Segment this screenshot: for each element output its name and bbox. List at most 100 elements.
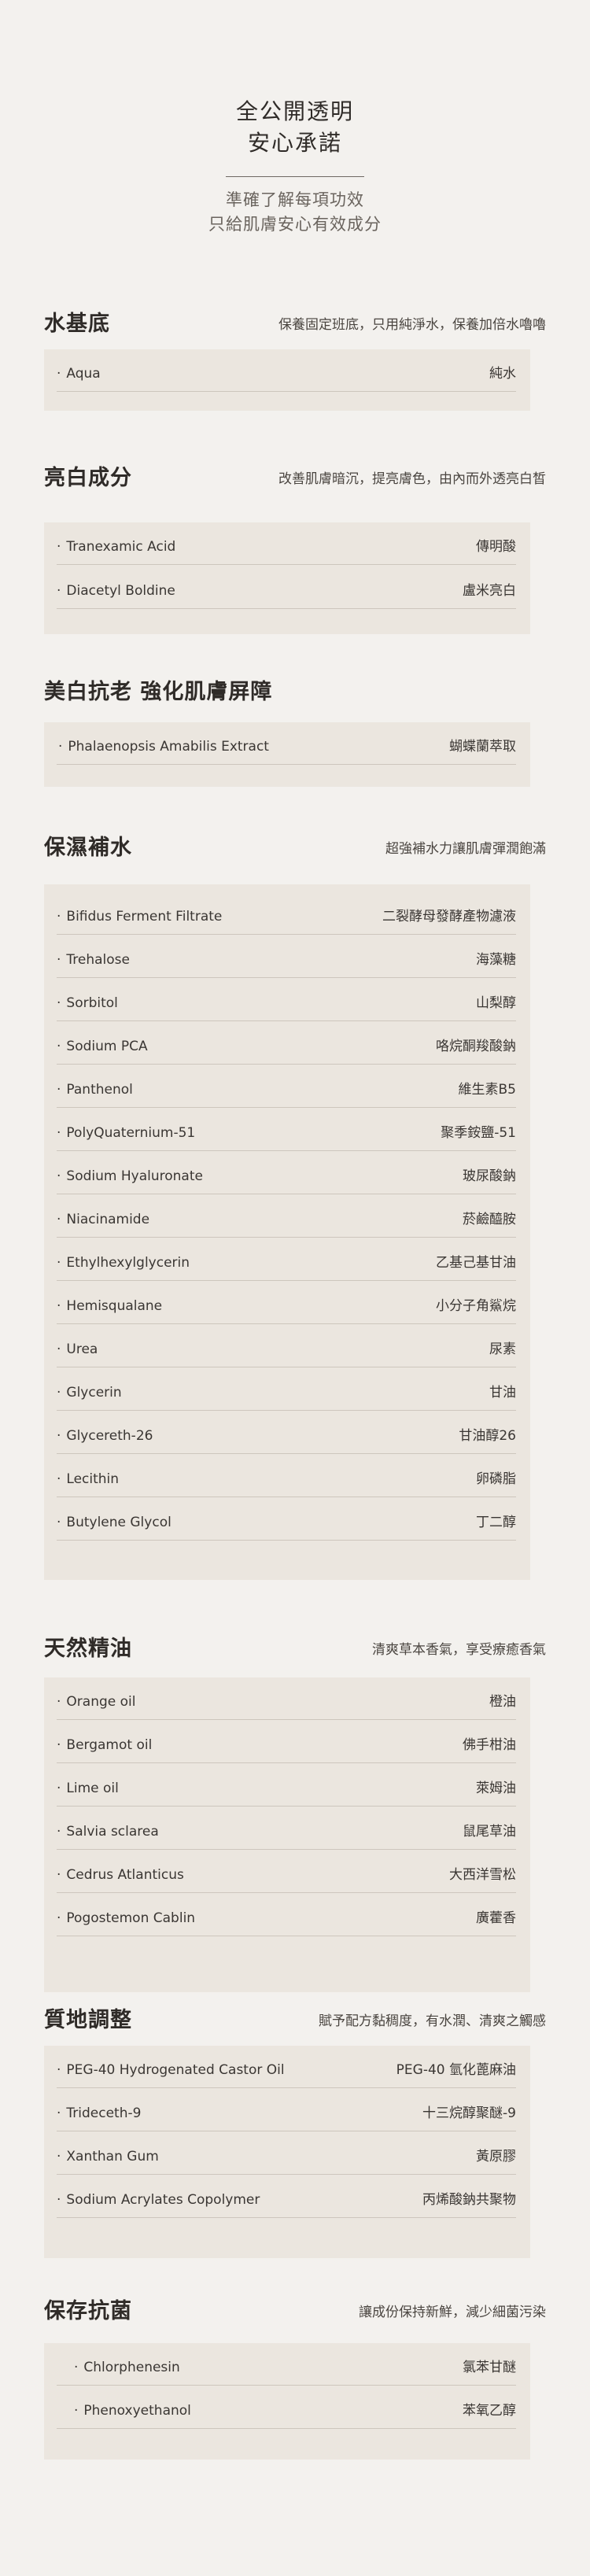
section-header: 美白抗老 強化肌膚屏障 bbox=[44, 677, 546, 708]
ingredient-chinese-name: 海藻糖 bbox=[476, 952, 516, 968]
ingredient-row: Salvia sclarea 鼠尾草油 bbox=[57, 1807, 516, 1850]
ingredient-panel: Aqua 純水 bbox=[44, 349, 530, 411]
ingredient-chinese-name: 蝴蝶蘭萃取 bbox=[449, 739, 516, 755]
section-title: 天然精油 bbox=[44, 1637, 132, 1661]
ingredient-chinese-name: 維生素B5 bbox=[458, 1082, 516, 1098]
header-divider bbox=[226, 176, 364, 177]
ingredient-name: Glycereth-26 bbox=[57, 1426, 153, 1445]
ingredient-row: Bifidus Ferment Filtrate 二裂酵母發酵產物濾液 bbox=[57, 892, 516, 935]
ingredient-chinese-name: 傳明酸 bbox=[476, 539, 516, 555]
ingredient-row: Phalaenopsis Amabilis Extract 蝴蝶蘭萃取 bbox=[57, 722, 516, 765]
page-subtitle-line1: 準確了解每項功效 bbox=[226, 190, 364, 209]
ingredient-row: Xanthan Gum 黃原膠 bbox=[57, 2132, 516, 2175]
ingredient-name: Diacetyl Boldine bbox=[57, 581, 175, 600]
ingredient-row: PolyQuaternium-51 聚季銨鹽-51 bbox=[57, 1109, 516, 1151]
section-description: 保養固定班底，只用純淨水，保養加倍水嚕嚕 bbox=[278, 317, 546, 333]
section-description: 超強補水力讓肌膚彈潤飽滿 bbox=[385, 841, 546, 857]
page-subtitle-line2: 只給肌膚安心有效成分 bbox=[208, 215, 382, 234]
ingredient-panel: Tranexamic Acid 傳明酸 Diacetyl Boldine 盧米亮… bbox=[44, 522, 530, 634]
page-title-line2: 安心承諾 bbox=[247, 130, 342, 156]
section-description: 賦予配方黏稠度，有水潤、清爽之觸感 bbox=[319, 2013, 546, 2029]
ingredient-row: Urea 尿素 bbox=[57, 1325, 516, 1367]
section-title: 美白抗老 強化肌膚屏障 bbox=[44, 680, 273, 704]
ingredient-name: Bifidus Ferment Filtrate bbox=[57, 907, 222, 926]
ingredient-chinese-name: 二裂酵母發酵產物濾液 bbox=[382, 909, 516, 924]
ingredient-name: Salvia sclarea bbox=[57, 1822, 158, 1841]
section-title: 保存抗菌 bbox=[44, 2299, 132, 2323]
ingredient-chinese-name: 玻尿酸鈉 bbox=[463, 1168, 516, 1184]
ingredient-chinese-name: 山梨醇 bbox=[476, 995, 516, 1011]
section-header: 亮白成分 改善肌膚暗沉，提亮膚色，由內而外透亮白皙 bbox=[44, 463, 546, 494]
ingredient-chinese-name: 純水 bbox=[489, 366, 516, 382]
ingredient-name: Sorbitol bbox=[57, 994, 118, 1013]
ingredient-row: Lime oil 萊姆油 bbox=[57, 1764, 516, 1807]
ingredient-row: Butylene Glycol 丁二醇 bbox=[57, 1498, 516, 1541]
ingredient-row: Sodium PCA 咯烷酮羧酸鈉 bbox=[57, 1022, 516, 1065]
ingredient-row: Niacinamide 菸鹼醯胺 bbox=[57, 1195, 516, 1238]
ingredient-chinese-name: 鼠尾草油 bbox=[463, 1824, 516, 1840]
section-header: 保存抗菌 讓成份保持新鮮，減少細菌污染 bbox=[44, 2296, 546, 2327]
section-header: 質地調整 賦予配方黏稠度，有水潤、清爽之觸感 bbox=[44, 2005, 546, 2036]
section-description: 改善肌膚暗沉，提亮膚色，由內而外透亮白皙 bbox=[278, 471, 546, 487]
ingredient-chinese-name: 萊姆油 bbox=[476, 1781, 516, 1796]
ingredient-panel: PEG-40 Hydrogenated Castor Oil PEG-40 氫化蓖… bbox=[44, 2046, 530, 2258]
ingredient-name: Niacinamide bbox=[57, 1210, 149, 1229]
ingredient-row: Sodium Acrylates Copolymer 丙烯酸鈉共聚物 bbox=[57, 2176, 516, 2218]
ingredient-row: PEG-40 Hydrogenated Castor Oil PEG-40 氫化蓖… bbox=[57, 2046, 516, 2088]
ingredient-row: Pogostemon Cablin 廣藿香 bbox=[57, 1894, 516, 1936]
ingredient-chinese-name: 橙油 bbox=[489, 1694, 516, 1710]
ingredient-chinese-name: 盧米亮白 bbox=[463, 583, 516, 599]
section-title: 保濕補水 bbox=[44, 836, 132, 860]
ingredient-row: Orange oil 橙油 bbox=[57, 1677, 516, 1720]
section-header: 保濕補水 超強補水力讓肌膚彈潤飽滿 bbox=[44, 832, 546, 864]
ingredient-row: Trideceth-9 十三烷醇聚醚-9 bbox=[57, 2089, 516, 2131]
ingredient-row: Sodium Hyaluronate 玻尿酸鈉 bbox=[57, 1152, 516, 1194]
ingredient-chinese-name: 乙基己基甘油 bbox=[436, 1255, 516, 1271]
section-description: 讓成份保持新鮮，減少細菌污染 bbox=[359, 2305, 546, 2320]
ingredient-row: Chlorphenesin 氯苯甘醚 bbox=[57, 2343, 516, 2386]
ingredient-chinese-name: 聚季銨鹽-51 bbox=[441, 1125, 516, 1141]
ingredient-name: Phalaenopsis Amabilis Extract bbox=[58, 737, 269, 756]
ingredient-chinese-name: 丙烯酸鈉共聚物 bbox=[422, 2192, 516, 2208]
section-title: 水基底 bbox=[44, 312, 110, 336]
ingredient-chinese-name: 甘油醇26 bbox=[459, 1428, 516, 1444]
ingredient-name: Xanthan Gum bbox=[57, 2147, 158, 2166]
ingredient-chinese-name: 大西洋雪松 bbox=[449, 1867, 516, 1883]
ingredient-chinese-name: 廣藿香 bbox=[476, 1910, 516, 1926]
ingredient-row: Bergamot oil 佛手柑油 bbox=[57, 1721, 516, 1763]
ingredient-row: Diacetyl Boldine 盧米亮白 bbox=[57, 566, 516, 609]
ingredient-name: Bergamot oil bbox=[57, 1736, 152, 1755]
ingredient-row: Panthenol 維生素B5 bbox=[57, 1065, 516, 1108]
ingredient-name: Trehalose bbox=[57, 950, 130, 969]
ingredient-chinese-name: 氯苯甘醚 bbox=[463, 2360, 516, 2375]
ingredient-chinese-name: 佛手柑油 bbox=[463, 1737, 516, 1753]
page-title-line1: 全公開透明 bbox=[235, 98, 354, 124]
page-title: 全公開透明 安心承諾 bbox=[0, 96, 590, 159]
ingredient-chinese-name: 菸鹼醯胺 bbox=[463, 1212, 516, 1227]
ingredient-row: Lecithin 卵磷脂 bbox=[57, 1455, 516, 1497]
ingredient-row: Phenoxyethanol 苯氧乙醇 bbox=[57, 2386, 516, 2429]
ingredient-chinese-name: 小分子角鯊烷 bbox=[436, 1298, 516, 1314]
ingredient-chinese-name: 咯烷酮羧酸鈉 bbox=[436, 1039, 516, 1054]
section-header: 天然精油 清爽草本香氣，享受療癒香氣 bbox=[44, 1633, 546, 1665]
ingredient-name: Sodium Acrylates Copolymer bbox=[57, 2190, 260, 2209]
ingredient-chinese-name: 尿素 bbox=[489, 1342, 516, 1357]
ingredient-name: Orange oil bbox=[57, 1692, 135, 1711]
ingredient-row: Glycerin 甘油 bbox=[57, 1368, 516, 1411]
section-description: 清爽草本香氣，享受療癒香氣 bbox=[372, 1642, 546, 1658]
page-subtitle: 準確了解每項功效 只給肌膚安心有效成分 bbox=[0, 188, 590, 237]
ingredient-name: Tranexamic Acid bbox=[57, 537, 175, 556]
ingredient-chinese-name: PEG-40 氫化蓖麻油 bbox=[396, 2062, 516, 2078]
ingredient-row: Cedrus Atlanticus 大西洋雪松 bbox=[57, 1851, 516, 1893]
ingredient-row: Glycereth-26 甘油醇26 bbox=[57, 1412, 516, 1454]
ingredient-name: Chlorphenesin bbox=[74, 2358, 179, 2377]
page-header: 全公開透明 安心承諾 準確了解每項功效 只給肌膚安心有效成分 bbox=[0, 96, 590, 237]
ingredient-name: Sodium Hyaluronate bbox=[57, 1167, 203, 1186]
ingredient-name: Urea bbox=[57, 1340, 98, 1359]
ingredient-chinese-name: 甘油 bbox=[489, 1385, 516, 1401]
ingredient-name: Panthenol bbox=[57, 1080, 132, 1099]
section-header: 水基底 保養固定班底，只用純淨水，保養加倍水嚕嚕 bbox=[44, 308, 546, 340]
ingredient-name: Hemisqualane bbox=[57, 1297, 162, 1316]
ingredient-row: Trehalose 海藻糖 bbox=[57, 936, 516, 978]
ingredient-name: Pogostemon Cablin bbox=[57, 1909, 195, 1928]
